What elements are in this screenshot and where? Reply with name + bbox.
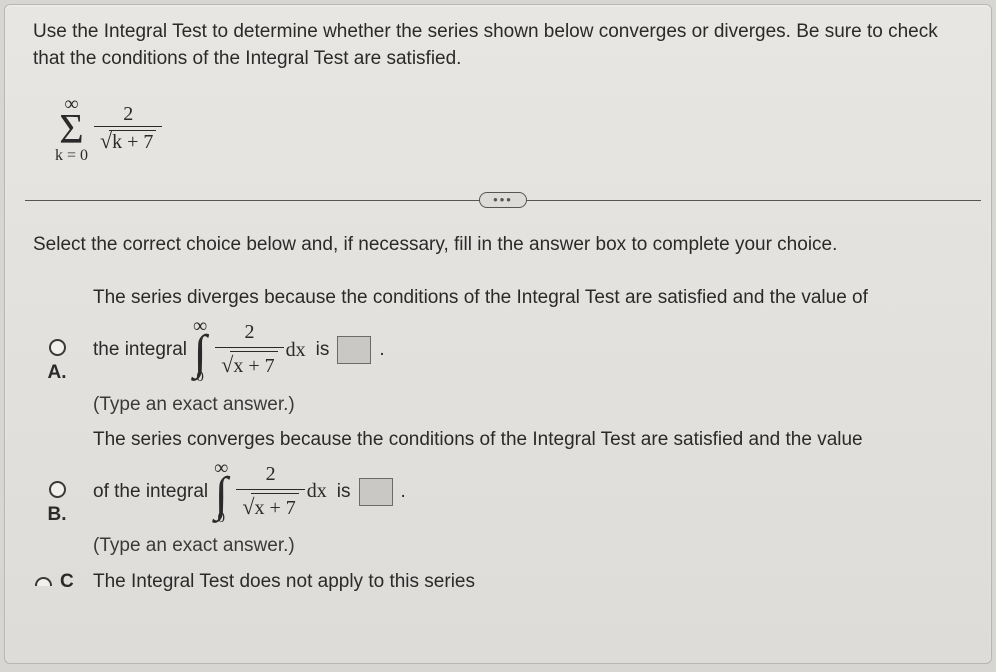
radio-a[interactable] (49, 339, 66, 356)
choice-c-label: C (60, 571, 74, 593)
answer-box-a[interactable] (337, 336, 371, 364)
integral-icon: ∫ (215, 478, 228, 512)
choice-instruction: Select the correct choice below and, if … (33, 232, 973, 259)
choice-b-lead: of the integral (93, 478, 208, 506)
int-a-radicand: x + 7 (230, 351, 277, 381)
integral-icon: ∫ (194, 336, 207, 370)
answer-box-b[interactable] (359, 478, 393, 506)
choice-b-line1: The series converges because the conditi… (93, 426, 973, 454)
choice-a-hint: (Type an exact answer.) (93, 391, 973, 419)
int-a-period: . (379, 336, 384, 364)
choice-a-line1: The series diverges because the conditio… (93, 284, 973, 312)
choice-b: B. The series converges because the cond… (33, 426, 973, 560)
series-expression: ∞ Σ k = 0 2 √ k + 7 (55, 94, 973, 164)
choice-b-hint: (Type an exact answer.) (93, 532, 973, 560)
section-divider: ••• (25, 192, 981, 208)
choice-a: A. The series diverges because the condi… (33, 284, 973, 418)
question-prompt: Use the Integral Test to determine wheth… (33, 15, 973, 72)
sqrt-icon: √ (221, 349, 233, 381)
int-b-dx: dx (307, 477, 327, 506)
expand-pill[interactable]: ••• (479, 192, 527, 208)
int-b-is: is (337, 478, 351, 506)
sigma-symbol: Σ (59, 114, 83, 148)
radio-b[interactable] (49, 481, 66, 498)
series-radicand: k + 7 (109, 130, 156, 154)
choice-a-lead: the integral (93, 336, 187, 364)
choice-b-label: B. (48, 504, 67, 526)
choice-a-label: A. (48, 362, 67, 384)
int-a-num: 2 (238, 318, 260, 347)
int-a-is: is (316, 336, 330, 364)
radio-c[interactable] (35, 577, 52, 586)
sqrt-icon: √ (242, 491, 254, 523)
int-b-lower: 0 (218, 511, 226, 526)
int-b-radicand: x + 7 (251, 493, 298, 523)
choice-c-text: The Integral Test does not apply to this… (93, 568, 973, 596)
series-numerator: 2 (117, 103, 139, 126)
int-a-lower: 0 (196, 370, 204, 385)
sqrt-icon: √ (100, 128, 112, 154)
choice-c: C The Integral Test does not apply to th… (33, 568, 973, 596)
int-b-num: 2 (260, 460, 282, 489)
int-b-period: . (401, 478, 406, 506)
sum-lower: k = 0 (55, 148, 88, 164)
int-a-dx: dx (286, 336, 306, 365)
